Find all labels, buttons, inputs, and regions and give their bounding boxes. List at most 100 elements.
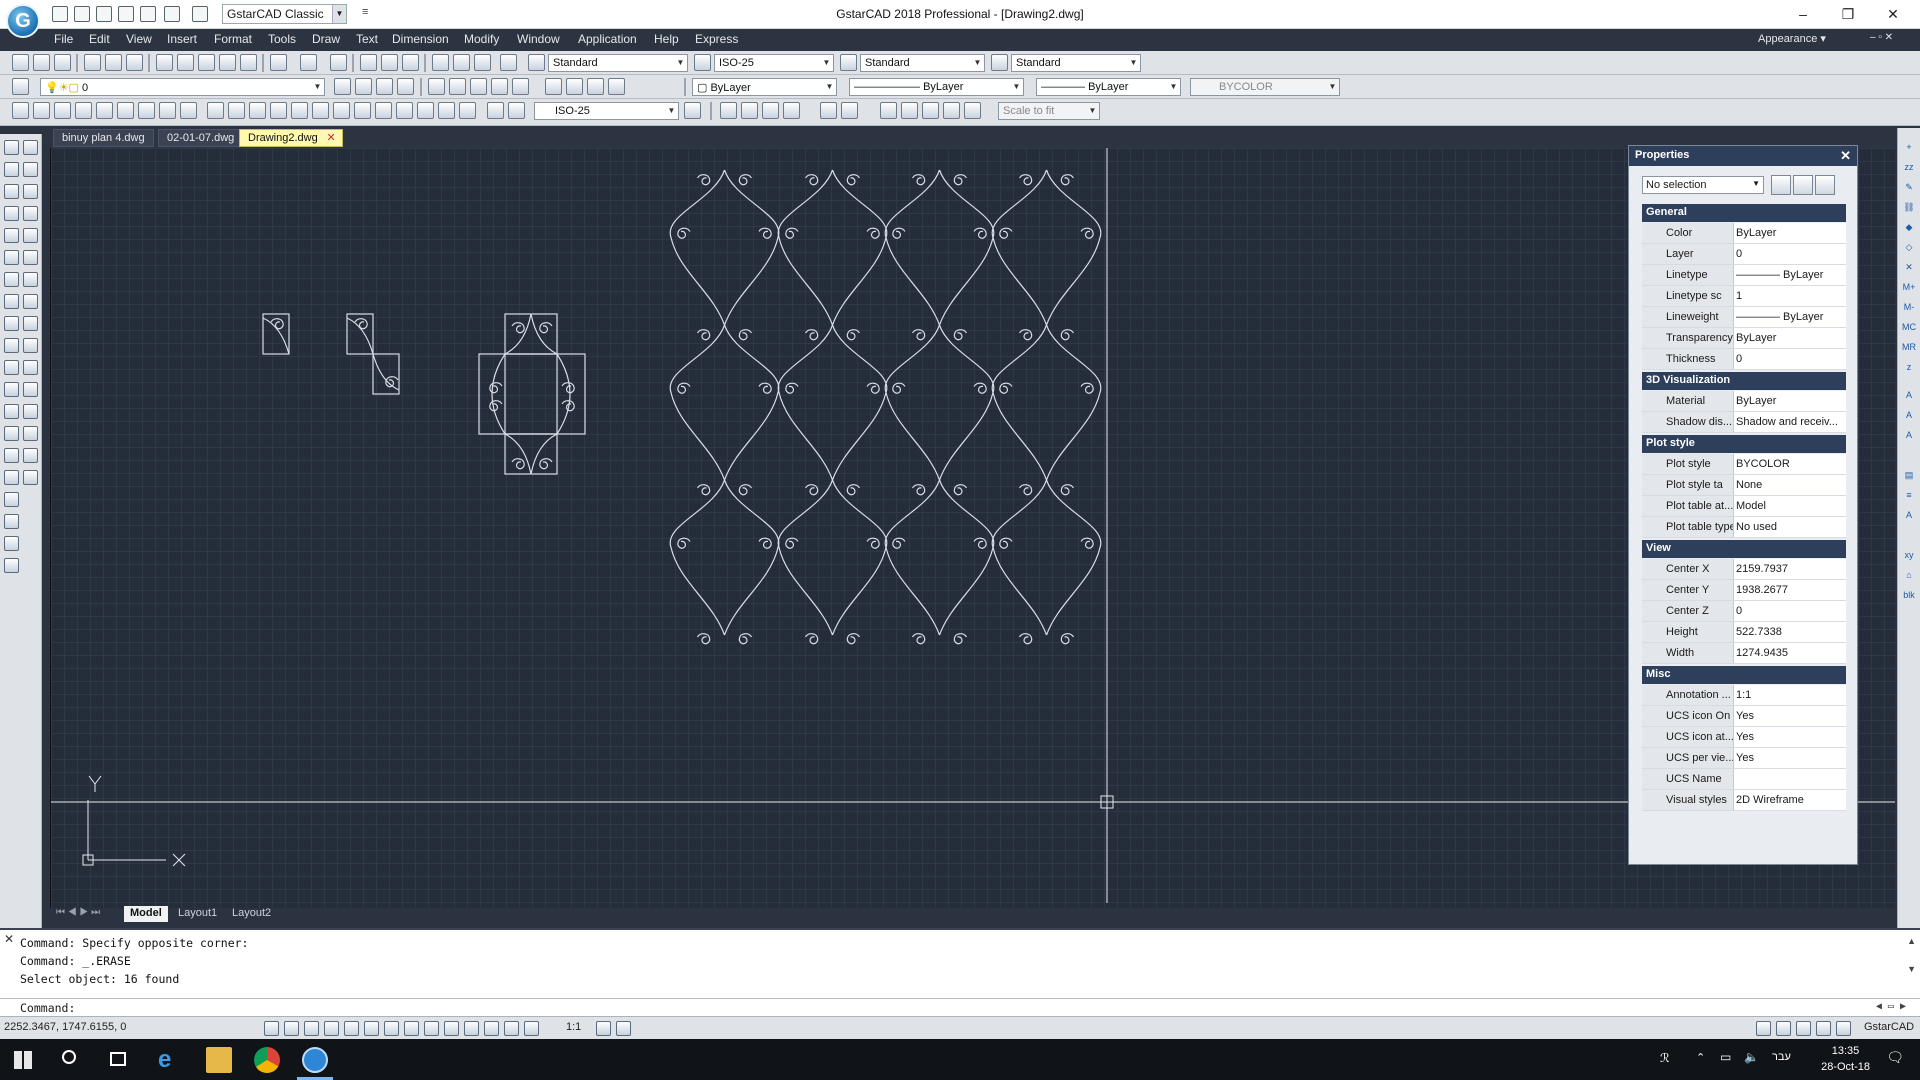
property-row[interactable]: Visual styles 2D Wireframe bbox=[1642, 790, 1846, 811]
single-viewport-icon[interactable] bbox=[880, 102, 897, 119]
offset-icon[interactable] bbox=[23, 206, 38, 221]
lineweight-toggle-icon[interactable] bbox=[424, 1021, 439, 1036]
multileader-style-select[interactable]: Standard ▼ bbox=[1011, 54, 1141, 72]
ornament-curve[interactable] bbox=[804, 174, 819, 186]
menu-insert[interactable]: Insert bbox=[167, 32, 197, 46]
ducs-icon[interactable] bbox=[384, 1021, 399, 1036]
property-row[interactable]: Annotation ... 1:1 bbox=[1642, 685, 1846, 706]
property-row[interactable]: Center X 2159.7937 bbox=[1642, 559, 1846, 580]
viewport-icon[interactable] bbox=[720, 102, 737, 119]
notifications-icon[interactable]: 🗨 bbox=[1886, 1049, 1904, 1066]
ornament-curve[interactable] bbox=[539, 322, 553, 334]
system-clock[interactable]: 13:35 28-Oct-18 bbox=[1821, 1043, 1870, 1075]
ornament-curve[interactable] bbox=[953, 633, 968, 645]
redo-icon[interactable] bbox=[300, 54, 317, 71]
property-value[interactable]: Yes bbox=[1736, 752, 1844, 764]
ornament-curve[interactable] bbox=[884, 324, 941, 481]
block-editor-icon[interactable] bbox=[240, 54, 257, 71]
ornament-curve[interactable] bbox=[999, 227, 1013, 239]
ornament-curve[interactable] bbox=[777, 479, 834, 636]
ornament-curve[interactable] bbox=[504, 433, 558, 475]
property-value[interactable]: 1:1 bbox=[1736, 689, 1844, 701]
ornament-curve[interactable] bbox=[831, 479, 888, 636]
paste-icon[interactable] bbox=[198, 54, 215, 71]
property-row[interactable]: Material ByLayer bbox=[1642, 391, 1846, 412]
ornament-curve[interactable] bbox=[504, 313, 558, 355]
diamond-icon[interactable]: ◆ bbox=[1902, 220, 1916, 234]
explode-icon[interactable] bbox=[23, 470, 38, 485]
viewport-2-icon[interactable] bbox=[741, 102, 758, 119]
property-row[interactable]: Center Z0 bbox=[1642, 601, 1846, 622]
property-value[interactable]: 0 bbox=[1736, 353, 1844, 365]
drawing-canvas[interactable] bbox=[50, 148, 1895, 908]
ornament-curve[interactable] bbox=[758, 382, 772, 394]
menu-modify[interactable]: Modify bbox=[464, 32, 499, 46]
linetype-select[interactable]: —————— ByLayer ▼ bbox=[849, 78, 1024, 96]
dim-break-icon[interactable] bbox=[270, 102, 287, 119]
viewport-3-icon[interactable] bbox=[762, 102, 779, 119]
ornament-curve[interactable] bbox=[1080, 227, 1094, 239]
ornament-curve[interactable] bbox=[723, 479, 780, 636]
add-selected-icon[interactable] bbox=[4, 558, 19, 573]
maximize-button[interactable]: ❐ bbox=[1833, 4, 1863, 24]
hatch-icon[interactable] bbox=[4, 448, 19, 463]
property-value[interactable]: 2159.7937 bbox=[1736, 563, 1844, 575]
rotate-icon[interactable] bbox=[23, 272, 38, 287]
property-value[interactable]: 1938.2677 bbox=[1736, 584, 1844, 596]
dim-text-angle-icon[interactable] bbox=[487, 102, 504, 119]
dyn-icon[interactable] bbox=[404, 1021, 419, 1036]
ellipse-arc-icon[interactable] bbox=[4, 360, 19, 375]
ornament-curve[interactable] bbox=[669, 324, 726, 481]
dim-override-icon[interactable] bbox=[438, 102, 455, 119]
zoom-previous-icon[interactable] bbox=[402, 54, 419, 71]
section-header[interactable]: General bbox=[1642, 204, 1846, 222]
chamfer-icon[interactable] bbox=[23, 426, 38, 441]
ornament-curve[interactable] bbox=[991, 169, 1048, 326]
quick-properties-icon[interactable] bbox=[464, 1021, 479, 1036]
break-icon[interactable] bbox=[23, 382, 38, 397]
property-value[interactable]: ByLayer bbox=[1736, 332, 1844, 344]
spell-icon[interactable]: A bbox=[1902, 508, 1916, 522]
ornament-curve[interactable] bbox=[677, 382, 691, 394]
mplus-icon[interactable]: M+ bbox=[1902, 280, 1916, 294]
table-style-select[interactable]: Standard ▼ bbox=[860, 54, 985, 72]
construction-line-icon[interactable] bbox=[4, 162, 19, 177]
ornament-curve[interactable] bbox=[938, 169, 995, 326]
ornament-curve[interactable] bbox=[911, 174, 926, 186]
fillet-icon[interactable] bbox=[23, 448, 38, 463]
text-a3-icon[interactable]: A bbox=[1902, 428, 1916, 442]
property-row[interactable]: UCS per vie... Yes bbox=[1642, 748, 1846, 769]
ornament-curve[interactable] bbox=[1060, 174, 1075, 186]
dim-text-edit-icon[interactable] bbox=[396, 102, 413, 119]
ornament-curve[interactable] bbox=[354, 318, 368, 330]
ornament-curve[interactable] bbox=[1018, 633, 1033, 645]
property-value[interactable]: Yes bbox=[1736, 731, 1844, 743]
auto-scale-icon[interactable] bbox=[616, 1021, 631, 1036]
xy-icon[interactable]: xy bbox=[1902, 548, 1916, 562]
clean-screen-icon[interactable] bbox=[1836, 1021, 1851, 1036]
ornament-curve[interactable] bbox=[491, 353, 506, 435]
zoom-window-icon[interactable] bbox=[381, 54, 398, 71]
radius-dim-icon[interactable] bbox=[96, 102, 113, 119]
ornament-curve[interactable] bbox=[511, 458, 525, 470]
diameter-dim-icon[interactable] bbox=[138, 102, 155, 119]
property-row[interactable]: Height 522.7338 bbox=[1642, 622, 1846, 643]
ornament-curve[interactable] bbox=[804, 633, 819, 645]
tab-drawing2[interactable]: Drawing2.dwg ✕ bbox=[239, 129, 343, 147]
snap-icon[interactable] bbox=[264, 1021, 279, 1036]
ornament-curve[interactable] bbox=[758, 227, 772, 239]
polyline-icon[interactable] bbox=[4, 184, 19, 199]
tile-outline[interactable] bbox=[478, 353, 586, 435]
windows-start-icon[interactable] bbox=[14, 1051, 32, 1069]
ornament-curve[interactable] bbox=[696, 633, 711, 645]
property-value[interactable]: Yes bbox=[1736, 710, 1844, 722]
property-value[interactable]: ———— ByLayer bbox=[1736, 269, 1844, 281]
toggle-pickadd-button[interactable] bbox=[1771, 175, 1791, 195]
ornament-curve[interactable] bbox=[892, 382, 906, 394]
workspace-gear-icon[interactable] bbox=[1756, 1021, 1771, 1036]
document-window-controls[interactable]: – ▫ ✕ bbox=[1870, 32, 1893, 43]
ornament-curve[interactable] bbox=[991, 324, 1048, 481]
ornament-curve[interactable] bbox=[1045, 169, 1102, 326]
angular-dim-icon[interactable] bbox=[159, 102, 176, 119]
grid-icon[interactable] bbox=[284, 1021, 299, 1036]
